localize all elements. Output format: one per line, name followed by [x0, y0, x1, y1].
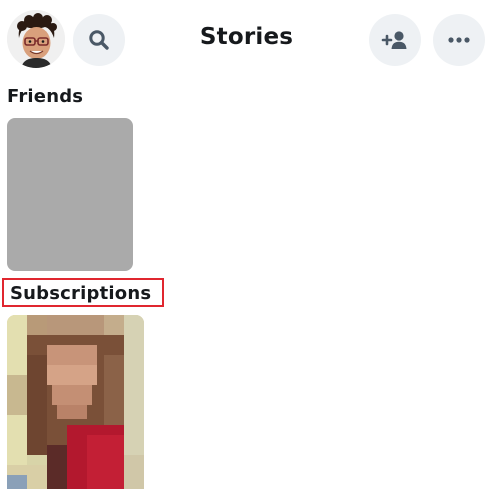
- friend-story-tile[interactable]: [7, 118, 133, 271]
- subscription-story-thumbnail: [7, 315, 144, 489]
- friends-heading: Friends: [7, 86, 84, 107]
- add-friend-icon: [381, 31, 407, 49]
- subscriptions-heading: Subscriptions: [2, 278, 164, 307]
- stories-page: Stories Friends Subscriptions: [0, 0, 493, 489]
- subscription-story-tile[interactable]: [7, 315, 144, 489]
- more-options-icon: [448, 37, 470, 43]
- add-friend-button[interactable]: [369, 14, 421, 66]
- more-options-button[interactable]: [433, 14, 485, 66]
